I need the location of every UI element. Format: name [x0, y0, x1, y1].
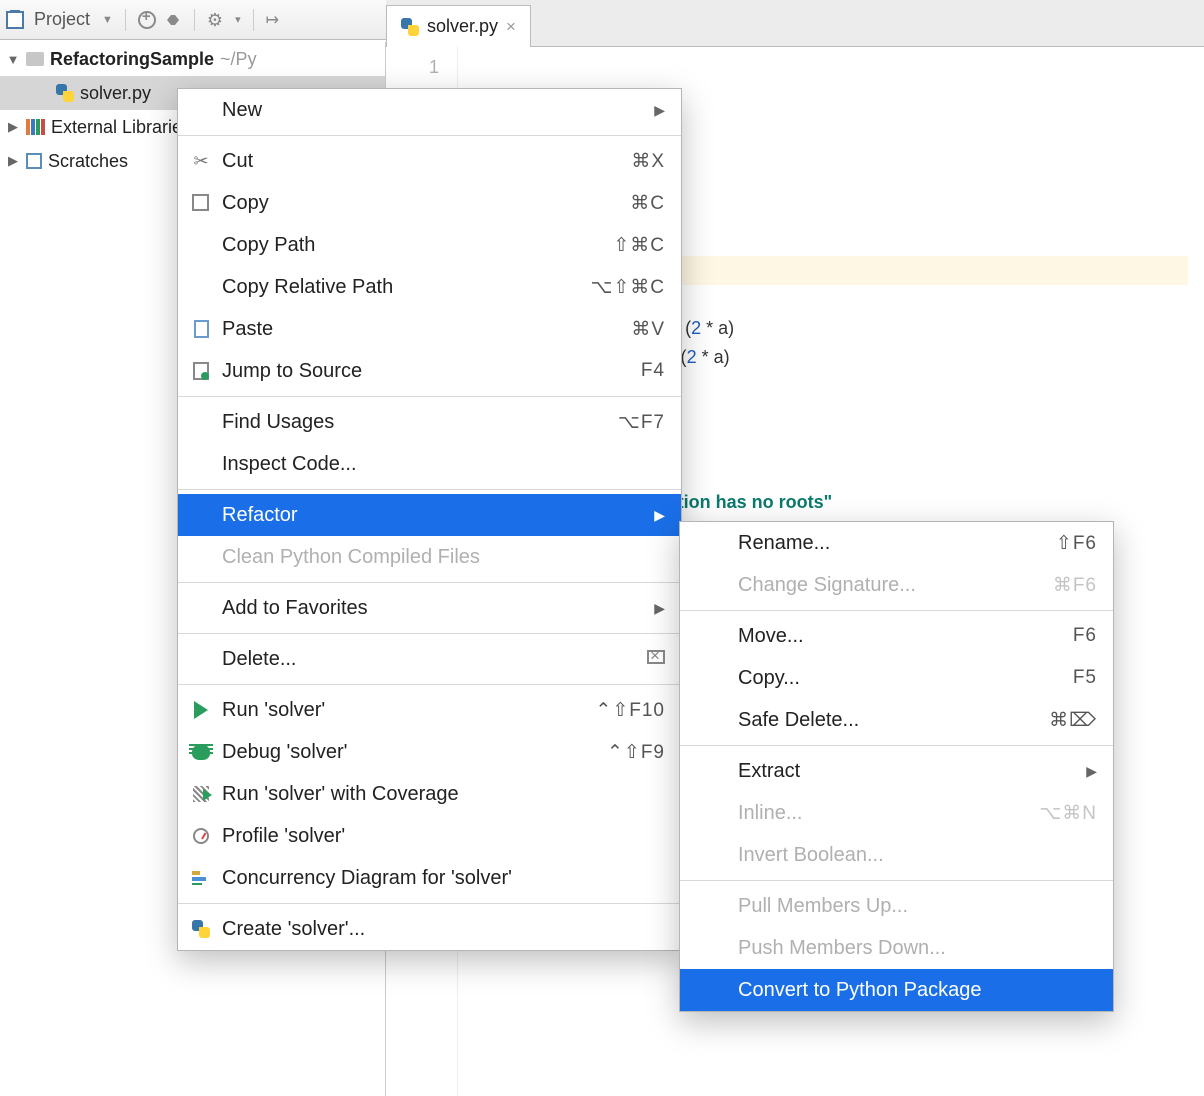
- menu-concurrency[interactable]: Concurrency Diagram for 'solver': [178, 857, 681, 899]
- menu-cut[interactable]: ✂Cut⌘X: [178, 140, 681, 182]
- submenu-invert-boolean: Invert Boolean...: [680, 834, 1113, 876]
- python-file-icon: [401, 18, 419, 36]
- libraries-icon: [26, 119, 45, 135]
- separator: [680, 745, 1113, 746]
- separator: [194, 9, 195, 31]
- menu-jump-to-source[interactable]: Jump to SourceF4: [178, 350, 681, 392]
- project-label[interactable]: Project: [34, 9, 90, 30]
- line-number: 1: [386, 53, 439, 82]
- menu-clean-compiled: Clean Python Compiled Files: [178, 536, 681, 578]
- chevron-down-icon[interactable]: ▼: [6, 52, 20, 67]
- tree-root[interactable]: ▼ RefactoringSample ~/Py: [0, 42, 385, 76]
- scratches-icon: [26, 153, 42, 169]
- chevron-down-icon[interactable]: ▼: [102, 14, 113, 26]
- tab-label: solver.py: [427, 16, 498, 37]
- python-file-icon: [192, 920, 210, 938]
- folder-icon: [26, 52, 44, 66]
- separator: [178, 633, 681, 634]
- submenu-push-down: Push Members Down...: [680, 927, 1113, 969]
- menu-copy[interactable]: Copy⌘C: [178, 182, 681, 224]
- run-icon: [194, 701, 208, 719]
- separator: [178, 396, 681, 397]
- menu-copy-path[interactable]: Copy Path⇧⌘C: [178, 224, 681, 266]
- separator: [680, 610, 1113, 611]
- menu-paste[interactable]: Paste⌘V: [178, 308, 681, 350]
- separator: [178, 135, 681, 136]
- paste-icon: [194, 320, 209, 338]
- scratches-label: Scratches: [48, 151, 128, 172]
- editor-tabs-bar: solver.py ×: [386, 0, 1204, 47]
- collapse-all-icon[interactable]: [164, 11, 182, 29]
- profile-icon: [193, 828, 209, 844]
- submenu-pull-up: Pull Members Up...: [680, 885, 1113, 927]
- separator: [178, 489, 681, 490]
- submenu-inline: Inline...⌥⌘N: [680, 792, 1113, 834]
- submenu-change-signature: Change Signature...⌘F6: [680, 564, 1113, 606]
- scroll-from-source-icon[interactable]: [138, 11, 156, 29]
- refactor-submenu: Rename...⇧F6 Change Signature...⌘F6 Move…: [679, 521, 1114, 1012]
- menu-find-usages[interactable]: Find Usages⌥F7: [178, 401, 681, 443]
- separator: [178, 684, 681, 685]
- ext-libs-label: External Libraries: [51, 117, 191, 138]
- separator: [680, 880, 1113, 881]
- separator: [178, 903, 681, 904]
- python-file-icon: [56, 84, 74, 102]
- menu-run-coverage[interactable]: Run 'solver' with Coverage: [178, 773, 681, 815]
- bug-icon: [192, 744, 210, 760]
- submenu-convert-to-package[interactable]: Convert to Python Package: [680, 969, 1113, 1011]
- submenu-copy[interactable]: Copy...F5: [680, 657, 1113, 699]
- submenu-rename[interactable]: Rename...⇧F6: [680, 522, 1113, 564]
- menu-delete[interactable]: Delete...: [178, 638, 681, 680]
- menu-run[interactable]: Run 'solver'⌃⇧F10: [178, 689, 681, 731]
- submenu-extract[interactable]: Extract▶: [680, 750, 1113, 792]
- separator: [253, 9, 254, 31]
- close-icon[interactable]: ×: [506, 17, 516, 37]
- hide-icon[interactable]: ↦: [266, 10, 279, 30]
- root-path: ~/Py: [220, 49, 257, 70]
- file-label: solver.py: [80, 83, 151, 104]
- menu-debug[interactable]: Debug 'solver'⌃⇧F9: [178, 731, 681, 773]
- scissors-icon: ✂: [193, 151, 208, 172]
- menu-add-to-favorites[interactable]: Add to Favorites▶: [178, 587, 681, 629]
- menu-refactor[interactable]: Refactor▶: [178, 494, 681, 536]
- chevron-right-icon[interactable]: ▶: [6, 119, 20, 135]
- coverage-icon: [193, 786, 209, 802]
- menu-new[interactable]: New▶: [178, 89, 681, 131]
- gear-icon[interactable]: ⚙: [207, 13, 223, 27]
- separator: [178, 582, 681, 583]
- jump-icon: [193, 362, 209, 380]
- menu-create[interactable]: Create 'solver'...: [178, 908, 681, 950]
- project-tool-window-icon: [6, 11, 24, 29]
- menu-inspect-code[interactable]: Inspect Code...: [178, 443, 681, 485]
- concurrency-icon: [192, 871, 210, 885]
- chevron-right-icon[interactable]: ▶: [6, 153, 20, 169]
- submenu-move[interactable]: Move...F6: [680, 615, 1113, 657]
- menu-copy-relative-path[interactable]: Copy Relative Path⌥⇧⌘C: [178, 266, 681, 308]
- chevron-down-icon[interactable]: ▾: [235, 13, 241, 26]
- submenu-safe-delete[interactable]: Safe Delete...⌘⌦: [680, 699, 1113, 741]
- separator: [125, 9, 126, 31]
- editor-tab-solver[interactable]: solver.py ×: [386, 5, 531, 47]
- delete-icon: [647, 650, 665, 664]
- context-menu: New▶ ✂Cut⌘X Copy⌘C Copy Path⇧⌘C Copy Rel…: [177, 88, 682, 951]
- copy-icon: [194, 196, 209, 211]
- root-name: RefactoringSample: [50, 49, 214, 70]
- menu-profile[interactable]: Profile 'solver': [178, 815, 681, 857]
